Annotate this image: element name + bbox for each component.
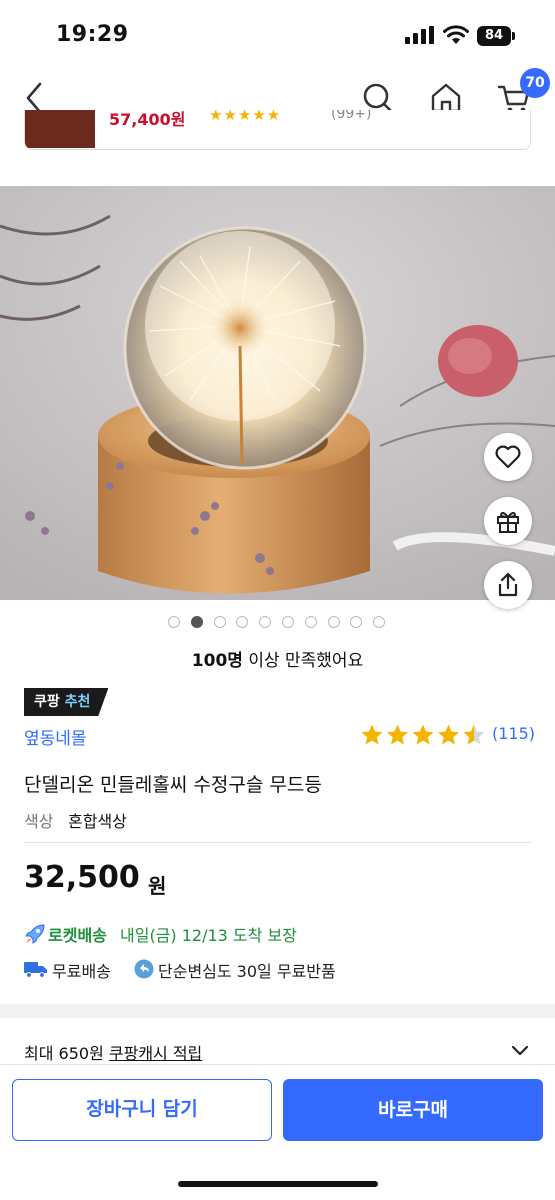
rating-stars[interactable] (360, 722, 488, 748)
status-bar: 19:29 84 (0, 0, 555, 66)
rating-star (412, 724, 434, 745)
carousel-dot[interactable] (213, 616, 226, 628)
badge-brand: 쿠팡 (34, 694, 60, 710)
add-to-cart-button[interactable]: 장바구니 담기 (12, 1079, 272, 1141)
cart-count-badge: 70 (520, 68, 550, 98)
satisfaction-text: 100명 이상 만족했어요 (0, 646, 555, 671)
product-image[interactable] (0, 186, 555, 600)
free-return-text: 단순변심도 30일 무료반품 (158, 962, 336, 981)
free-shipping-text: 무료배송 (52, 962, 111, 981)
carousel-dot[interactable] (236, 616, 249, 628)
rocket-delivery-label: 로켓배송 (48, 926, 107, 945)
carousel-dot[interactable] (373, 616, 386, 628)
carousel-dot[interactable] (168, 616, 180, 628)
carousel-dot[interactable] (259, 616, 272, 628)
carousel-dot[interactable] (304, 616, 317, 628)
home-indicator (178, 1181, 378, 1187)
share-icon (498, 572, 518, 597)
gift-button[interactable] (484, 497, 532, 545)
option-label: 색상 (24, 812, 54, 831)
return-icon (134, 959, 154, 979)
wifi-icon (443, 25, 469, 44)
badge-label: 추천 (64, 694, 91, 710)
carousel-dot[interactable] (190, 616, 203, 628)
rating-star (438, 724, 459, 745)
chevron-down-icon[interactable] (510, 1044, 530, 1058)
battery-indicator: 84 (477, 26, 515, 46)
signal-icon (405, 26, 434, 44)
carousel-dot[interactable] (350, 616, 363, 628)
satisfaction-count: 100명 (191, 651, 243, 671)
buy-now-button[interactable]: 바로구매 (283, 1079, 543, 1141)
sticky-rating-stars: ★★★★★ (209, 110, 282, 124)
option-value[interactable]: 혼합색상 (68, 808, 127, 832)
truck-icon (24, 962, 47, 978)
gift-icon (497, 511, 519, 533)
wishlist-button[interactable] (484, 433, 532, 481)
carousel-dot[interactable] (327, 616, 340, 628)
sticky-product-card[interactable]: 57,400원 ★★★★★ (99+) (24, 110, 531, 150)
rating-star (387, 724, 408, 745)
section-divider (0, 1004, 555, 1018)
price: 32,500 (24, 860, 140, 895)
share-button[interactable] (484, 561, 532, 609)
carousel-dot[interactable] (282, 616, 294, 628)
product-title: 단델리온 민들레홀씨 수정구슬 무드등 (24, 774, 322, 796)
coupang-recommend-badge: 쿠팡 추천 (24, 688, 109, 716)
price-unit: 원 (148, 874, 167, 898)
sticky-thumbnail (25, 110, 95, 148)
heart-icon (495, 445, 521, 469)
review-count-link[interactable]: (115) (492, 724, 535, 743)
rating-star (361, 724, 383, 745)
delivery-date: 내일(금) 12/13 도착 보장 (120, 926, 297, 945)
coupang-cash-link[interactable]: 쿠팡캐시 적립 (109, 1044, 202, 1063)
battery-level: 84 (477, 26, 511, 46)
cash-reward-prefix: 최대 650원 (24, 1044, 109, 1063)
sticky-price: 57,400원 (109, 110, 186, 129)
divider (24, 842, 531, 843)
rating-star (463, 724, 485, 745)
cash-reward-line[interactable]: 최대 650원 쿠팡캐시 적립 (24, 1040, 202, 1064)
seller-link[interactable]: 옆동네몰 (24, 724, 87, 749)
dandelion-lamp-photo (0, 186, 555, 600)
bottom-action-bar: 장바구니 담기 바로구매 (0, 1064, 555, 1200)
rocket-icon (25, 924, 45, 944)
satisfaction-rest: 이상 만족했어요 (242, 651, 364, 671)
status-time: 19:29 (56, 22, 129, 47)
sticky-review-count: (99+) (331, 110, 372, 122)
